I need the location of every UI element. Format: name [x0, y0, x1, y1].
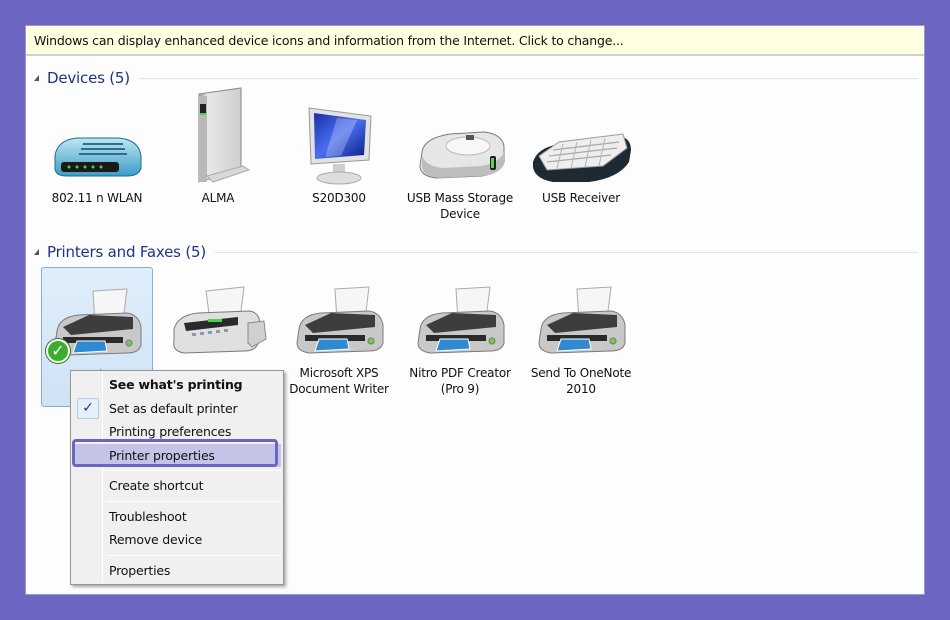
device-label: ALMA	[201, 191, 235, 205]
menu-item-set-default[interactable]: ✓ Set as default printer	[73, 397, 281, 421]
menu-item-label: Printer properties	[109, 447, 215, 463]
device-label: USB Mass Storage Device	[406, 191, 514, 221]
printers-group-title: Printers and Faxes (5)	[47, 243, 206, 261]
menu-separator	[106, 554, 281, 556]
menu-separator	[106, 500, 281, 502]
menu-item-label: Properties	[109, 562, 171, 578]
menu-item-label: Printing preferences	[109, 424, 232, 439]
printer-tile-onenote[interactable]: Send To OneNote 2010	[525, 281, 637, 397]
group-divider	[215, 251, 918, 253]
menu-item-printing-preferences[interactable]: Printing preferences	[73, 420, 281, 444]
printer-icon: ✓	[42, 268, 152, 363]
printer-icon	[283, 281, 395, 361]
menu-item-properties[interactable]: Properties	[73, 559, 281, 583]
default-printer-check-icon: ✓	[46, 339, 70, 363]
menu-item-label: Create shortcut	[109, 478, 204, 493]
device-tile-wlan[interactable]: 802.11 n WLAN	[41, 106, 153, 206]
collapse-triangle-icon[interactable]	[34, 75, 39, 81]
menu-item-see-whats-printing[interactable]: See what's printing	[73, 373, 281, 397]
collapse-triangle-icon[interactable]	[34, 249, 39, 255]
device-tile-usb-mass-storage[interactable]: USB Mass Storage Device	[404, 106, 516, 222]
menu-item-label: Set as default printer	[109, 400, 238, 416]
menu-item-troubleshoot[interactable]: Troubleshoot	[73, 505, 281, 529]
printer-icon	[404, 281, 516, 361]
printers-group-header[interactable]: Printers and Faxes (5)	[34, 240, 918, 264]
printer-icon	[525, 281, 637, 361]
monitor-icon	[283, 106, 395, 186]
printer-context-menu: See what's printing ✓ Set as default pri…	[70, 370, 284, 585]
printer-tile-xps[interactable]: Microsoft XPS Document Writer	[283, 281, 395, 397]
computer-tower-icon	[162, 87, 274, 186]
device-tile-s20d300[interactable]: S20D300	[283, 106, 395, 206]
device-tile-alma[interactable]: ALMA	[162, 87, 274, 206]
keyboard-icon	[525, 106, 637, 186]
devices-group-header[interactable]: Devices (5)	[34, 66, 918, 90]
device-label: Microsoft XPS Document Writer	[289, 366, 389, 396]
device-label: Nitro PDF Creator (Pro 9)	[409, 366, 511, 396]
fax-icon	[162, 281, 274, 361]
menu-item-remove-device[interactable]: Remove device	[73, 528, 281, 552]
menu-item-label: Remove device	[109, 532, 203, 547]
router-icon	[41, 106, 153, 186]
devices-group-title: Devices (5)	[47, 69, 130, 87]
device-label: 802.11 n WLAN	[51, 191, 143, 205]
group-divider	[138, 77, 918, 79]
menu-item-label: Troubleshoot	[109, 508, 187, 524]
menu-separator	[106, 470, 281, 471]
external-drive-icon	[404, 106, 516, 186]
menu-item-printer-properties[interactable]: Printer properties	[73, 443, 281, 467]
printer-tile-nitro[interactable]: Nitro PDF Creator (Pro 9)	[404, 281, 516, 397]
device-tile-usb-receiver[interactable]: USB Receiver	[525, 106, 637, 206]
device-label: Send To OneNote 2010	[530, 366, 632, 396]
printer-tile-fax[interactable]	[162, 281, 274, 365]
device-label: USB Receiver	[542, 191, 620, 205]
checkmark-icon: ✓	[77, 397, 99, 419]
device-label: S20D300	[312, 191, 366, 205]
menu-item-label: See what's printing	[109, 377, 243, 392]
menu-item-create-shortcut[interactable]: Create shortcut	[73, 474, 281, 498]
internet-info-bar[interactable]: Windows can display enhanced device icon…	[26, 26, 924, 56]
